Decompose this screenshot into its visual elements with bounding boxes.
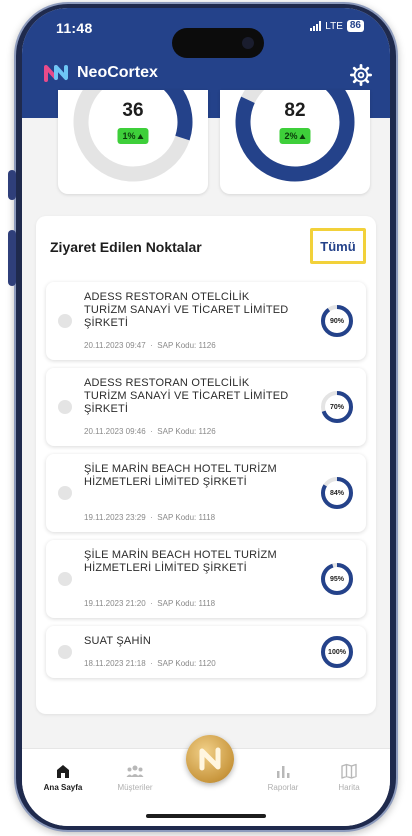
item-date: 19.11.2023 23:29 [84, 513, 146, 522]
stat-change-label: 1% [122, 131, 136, 141]
app-name: NeoCortex [77, 64, 158, 81]
meta-separator: · [150, 599, 153, 608]
item-sap-code: SAP Kodu: 1118 [157, 513, 216, 522]
item-name: ŞİLE MARİN BEACH HOTEL TURİZM HİZMETLERİ… [84, 549, 277, 574]
progress-label: 84% [329, 489, 344, 497]
item-sap-code: SAP Kodu: 1126 [157, 341, 216, 350]
neocortex-logo-icon [44, 65, 68, 82]
arrow-up-icon [137, 133, 144, 139]
list-item[interactable]: ŞİLE MARİN BEACH HOTEL TURİZM HİZMETLERİ… [46, 540, 366, 618]
status-dot [58, 314, 72, 328]
home-indicator [146, 814, 266, 818]
item-meta: 19.11.2023 21:20 · SAP Kodu: 1118 [84, 599, 215, 608]
stat-change-badge: 2% [279, 128, 311, 144]
item-name: ŞİLE MARİN BEACH HOTEL TURİZM HİZMETLERİ… [84, 463, 277, 488]
stat-card-1[interactable]: 36 1% [58, 90, 208, 194]
progress-label: 100% [328, 648, 346, 656]
gear-icon[interactable] [350, 64, 372, 86]
status-time: 11:48 [56, 20, 93, 36]
status-dot [58, 572, 72, 586]
tab-label: Raporlar [267, 783, 299, 792]
item-meta: 20.11.2023 09:46 · SAP Kodu: 1126 [84, 427, 216, 436]
progress-ring: 90% [320, 304, 354, 338]
home-icon [57, 765, 69, 778]
tab-map[interactable]: Harita [314, 763, 384, 792]
stat-change-badge: 1% [117, 128, 149, 144]
item-date: 20.11.2023 09:47 [84, 341, 146, 350]
item-name: ADESS RESTORAN OTELCİLİK TURİZM SANAYİ V… [84, 291, 289, 329]
phone-screen: 11:48 LTE 86 NeoCortex 36 1% 82 2% Ziyar… [22, 8, 390, 826]
list-item[interactable]: SUAT ŞAHİN 18.11.2023 21:18 · SAP Kodu: … [46, 626, 366, 678]
item-meta: 20.11.2023 09:47 · SAP Kodu: 1126 [84, 341, 216, 350]
status-dot [58, 486, 72, 500]
visited-points-card: Ziyaret Edilen Noktalar Tümü ADESS RESTO… [36, 216, 376, 714]
neocortex-n-icon [199, 747, 221, 771]
network-label: LTE [325, 20, 343, 32]
item-name: ADESS RESTORAN OTELCİLİK TURİZM SANAYİ V… [84, 377, 289, 415]
battery-icon: 86 [346, 20, 364, 32]
status-dot [58, 645, 72, 659]
tab-label: Harita [338, 783, 360, 792]
stat-change-label: 2% [284, 131, 298, 141]
dynamic-island [172, 28, 264, 58]
main-content: 36 1% 82 2% Ziyaret Edilen Noktalar Tümü [22, 90, 390, 750]
map-icon [341, 763, 357, 779]
tab-customers[interactable]: Müşteriler [100, 763, 170, 792]
progress-ring: 84% [320, 476, 354, 510]
item-meta: 18.11.2023 21:18 · SAP Kodu: 1120 [84, 659, 216, 668]
status-indicators: LTE 86 [310, 20, 364, 32]
item-sap-code: SAP Kodu: 1126 [157, 427, 216, 436]
item-meta: 19.11.2023 23:29 · SAP Kodu: 1118 [84, 513, 215, 522]
list-item[interactable]: ŞİLE MARİN BEACH HOTEL TURİZM HİZMETLERİ… [46, 454, 366, 532]
item-sap-code: SAP Kodu: 1118 [157, 599, 216, 608]
progress-label: 70% [329, 403, 344, 411]
brand: NeoCortex [44, 64, 158, 82]
see-all-button[interactable]: Tümü [310, 228, 366, 264]
stat-value: 36 [122, 100, 144, 121]
stat-value: 82 [284, 100, 306, 121]
progress-ring: 95% [320, 562, 354, 596]
list-item[interactable]: ADESS RESTORAN OTELCİLİK TURİZM SANAYİ V… [46, 282, 366, 360]
meta-separator: · [150, 341, 153, 350]
section-title: Ziyaret Edilen Noktalar [50, 239, 202, 255]
item-name: SUAT ŞAHİN [84, 635, 151, 647]
tab-label: Ana Sayfa [43, 783, 83, 792]
meta-separator: · [150, 513, 153, 522]
item-date: 20.11.2023 09:46 [84, 427, 146, 436]
signal-icon [310, 21, 322, 31]
meta-separator: · [150, 427, 153, 436]
progress-label: 95% [329, 575, 344, 583]
status-dot [58, 400, 72, 414]
phone-side-button [8, 170, 16, 200]
users-icon [126, 765, 144, 777]
tab-home[interactable]: Ana Sayfa [28, 763, 98, 792]
meta-separator: · [150, 659, 153, 668]
list-item[interactable]: ADESS RESTORAN OTELCİLİK TURİZM SANAYİ V… [46, 368, 366, 446]
stat-card-2[interactable]: 82 2% [220, 90, 370, 194]
item-date: 19.11.2023 21:20 [84, 599, 146, 608]
progress-ring: 70% [320, 390, 354, 424]
progress-ring: 100% [320, 635, 354, 669]
bar-chart-icon [277, 766, 290, 778]
tab-label: Müşteriler [117, 783, 153, 792]
progress-label: 90% [329, 317, 344, 325]
item-sap-code: SAP Kodu: 1120 [157, 659, 216, 668]
center-action-button[interactable] [186, 735, 234, 783]
arrow-up-icon [299, 133, 306, 139]
phone-volume-button [8, 230, 16, 286]
tab-reports[interactable]: Raporlar [248, 763, 318, 792]
item-date: 18.11.2023 21:18 [84, 659, 146, 668]
